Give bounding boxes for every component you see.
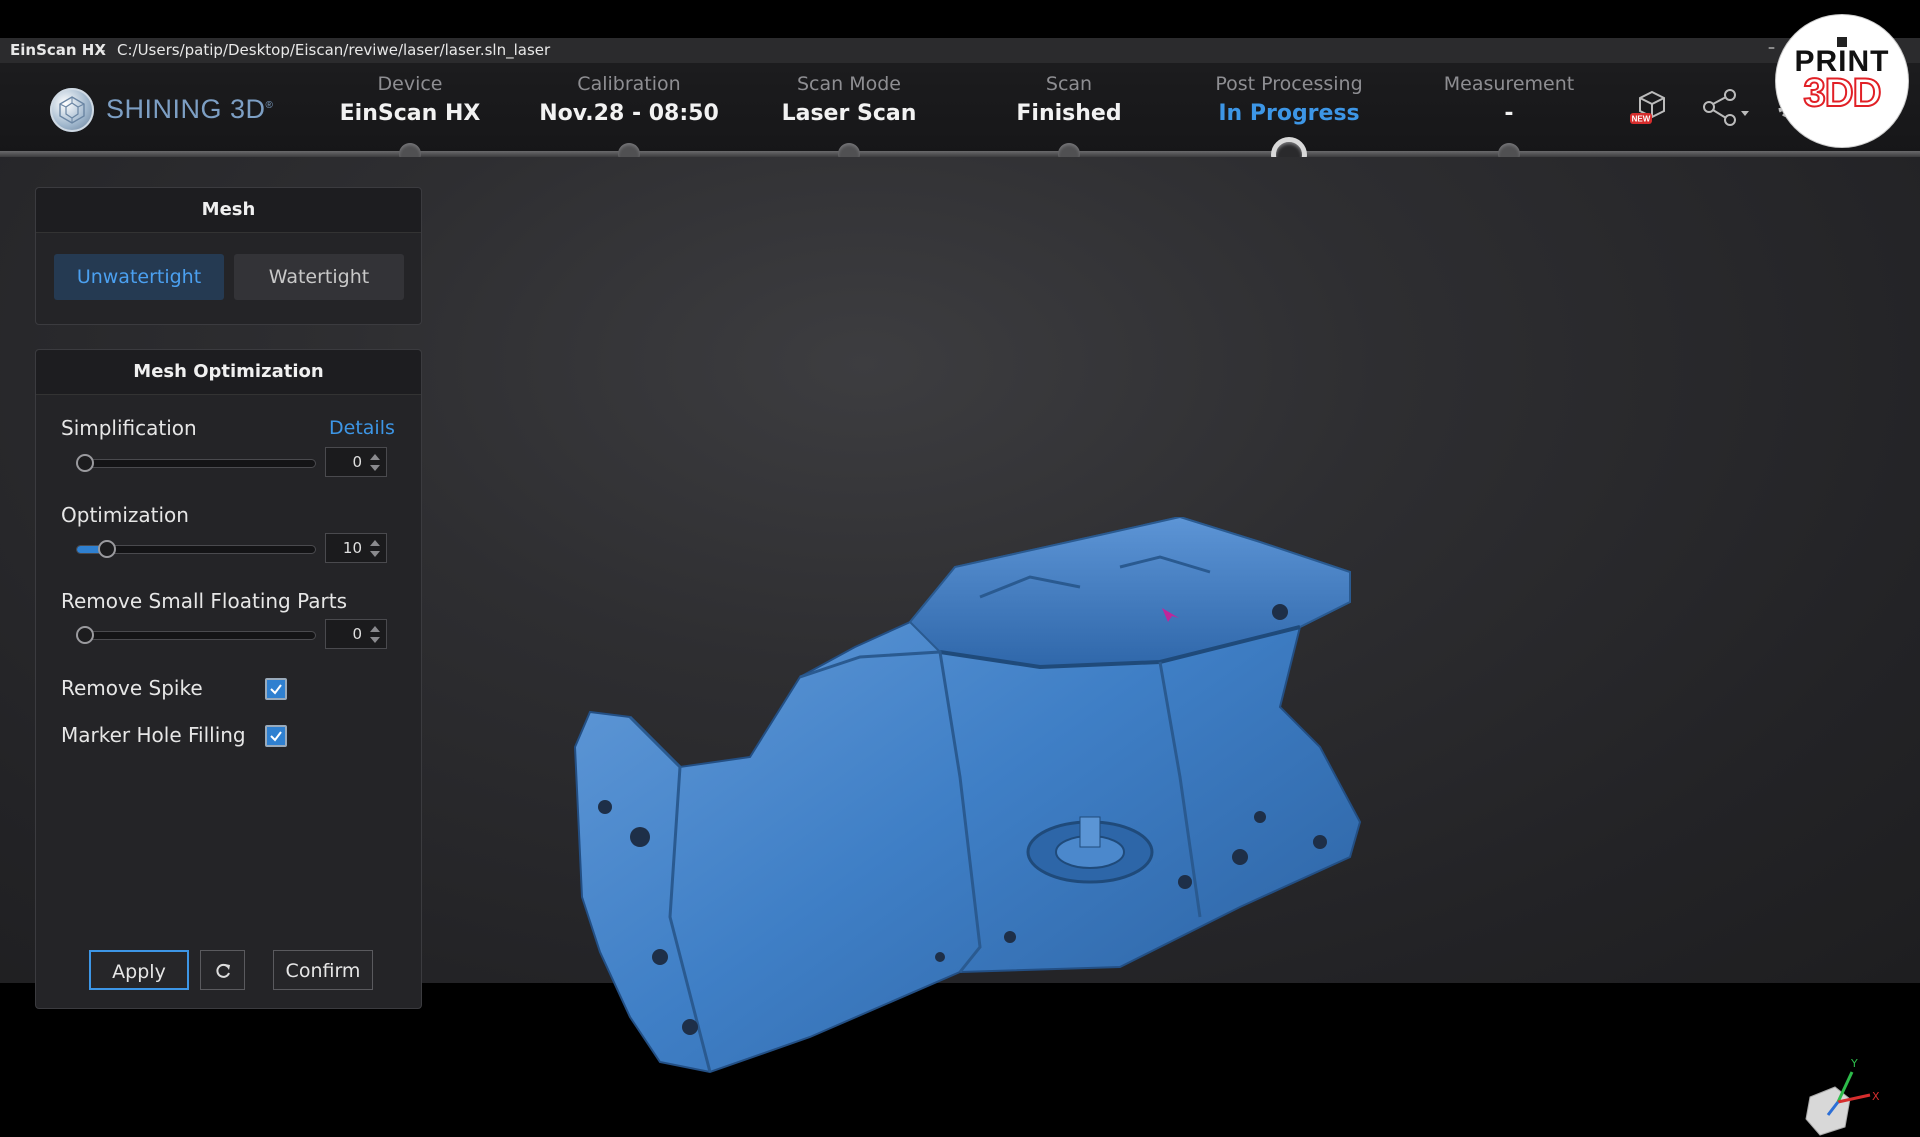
optimization-panel-title: Mesh Optimization	[36, 350, 421, 395]
step-measurement[interactable]: Measurement -	[1399, 73, 1619, 126]
watermark-line2: 3DD	[1802, 71, 1882, 115]
window-title-bar: EinScan HX - C:/Users/patip/Desktop/Eisc…	[0, 38, 1920, 63]
slider-handle[interactable]	[76, 454, 94, 472]
slider-track	[76, 631, 316, 640]
unwatertight-button[interactable]: Unwatertight	[54, 254, 224, 300]
logo-sphere-icon	[50, 88, 94, 132]
spin-down-arrow-icon[interactable]	[370, 465, 380, 471]
remove-spike-checkbox[interactable]	[265, 678, 287, 700]
confirm-button[interactable]: Confirm	[273, 950, 373, 990]
window-app-name: EinScan HX	[10, 41, 106, 59]
mesh-panel: Mesh Unwatertight Watertight	[35, 187, 422, 325]
remove-floating-spinbox[interactable]: 0	[325, 619, 387, 649]
marker-hole-filling-label: Marker Hole Filling	[61, 723, 246, 747]
step-value: EinScan HX	[339, 101, 481, 126]
spin-down-arrow-icon[interactable]	[370, 637, 380, 643]
checkmark-icon	[270, 684, 282, 695]
spinbox-value: 10	[342, 539, 362, 557]
apply-button[interactable]: Apply	[89, 950, 189, 990]
axis-y-label: Y	[1850, 1057, 1858, 1070]
step-value: Nov.28 - 08:50	[539, 101, 719, 126]
step-label: Device	[377, 73, 443, 95]
step-scan[interactable]: Scan Finished	[959, 73, 1179, 126]
step-post-processing[interactable]: Post Processing In Progress	[1179, 73, 1399, 126]
remove-spike-label: Remove Spike	[61, 676, 203, 700]
step-label: Scan Mode	[797, 73, 901, 95]
step-label: Post Processing	[1215, 73, 1363, 95]
axis-orientation-gizmo[interactable]: Y X	[1800, 1057, 1900, 1137]
step-scan-mode[interactable]: Scan Mode Laser Scan	[739, 73, 959, 126]
slider-track	[76, 459, 316, 468]
print3dd-watermark-logo: PRINT 3DD	[1776, 15, 1908, 147]
brand-name-text: SHINING 3D	[106, 94, 266, 124]
slider-handle[interactable]	[76, 626, 94, 644]
spinbox-value: 0	[352, 453, 362, 471]
step-calibration[interactable]: Calibration Nov.28 - 08:50	[519, 73, 739, 126]
scanned-mesh-model[interactable]	[560, 517, 1380, 1087]
reset-button[interactable]	[200, 950, 245, 990]
details-link[interactable]: Details	[329, 417, 395, 439]
remove-floating-slider[interactable]	[76, 626, 316, 644]
registered-mark: ®	[265, 100, 274, 111]
model-new-icon[interactable]: NEW	[1628, 89, 1672, 129]
mesh-optimization-panel: Mesh Optimization Simplification Details…	[35, 349, 422, 1009]
step-device[interactable]: Device EinScan HX	[300, 73, 520, 126]
remove-floating-label: Remove Small Floating Parts	[61, 589, 348, 613]
shining3d-logo: SHINING 3D®	[50, 88, 290, 134]
simplification-spinbox[interactable]: 0	[325, 447, 387, 477]
window-file-path: C:/Users/patip/Desktop/Eiscan/reviwe/las…	[117, 41, 551, 59]
share-icon[interactable]	[1700, 89, 1750, 129]
brand-name: SHINING 3D®	[106, 94, 273, 125]
simplification-slider[interactable]	[76, 454, 316, 472]
simplification-label: Simplification	[61, 416, 197, 440]
mesh-panel-title: Mesh	[36, 188, 421, 233]
spin-down-arrow-icon[interactable]	[370, 551, 380, 557]
spinbox-value: 0	[352, 625, 362, 643]
step-label: Measurement	[1443, 73, 1575, 95]
step-label: Scan	[1045, 73, 1093, 95]
spin-up-arrow-icon[interactable]	[370, 540, 380, 546]
step-label: Calibration	[577, 73, 681, 95]
step-value: Finished	[1016, 101, 1122, 126]
marker-hole-filling-checkbox[interactable]	[265, 725, 287, 747]
step-value: In Progress	[1218, 101, 1360, 126]
workflow-header: SHINING 3D® Device EinScan HX Calibratio…	[0, 63, 1920, 157]
spin-up-arrow-icon[interactable]	[370, 454, 380, 460]
spin-up-arrow-icon[interactable]	[370, 626, 380, 632]
step-value: -	[1504, 101, 1514, 126]
slider-handle[interactable]	[98, 540, 116, 558]
checkmark-icon	[270, 731, 282, 742]
optimization-slider[interactable]	[76, 540, 316, 558]
top-black-bar	[0, 0, 1920, 38]
title-separator: -	[100, 41, 106, 59]
refresh-icon	[215, 963, 230, 978]
optimization-label: Optimization	[61, 503, 189, 527]
optimization-spinbox[interactable]: 10	[325, 533, 387, 563]
new-badge: NEW	[1632, 115, 1651, 124]
minimize-button[interactable]: –	[1768, 36, 1775, 61]
step-value: Laser Scan	[781, 101, 917, 126]
watertight-button[interactable]: Watertight	[234, 254, 404, 300]
axis-x-label: X	[1872, 1090, 1880, 1103]
